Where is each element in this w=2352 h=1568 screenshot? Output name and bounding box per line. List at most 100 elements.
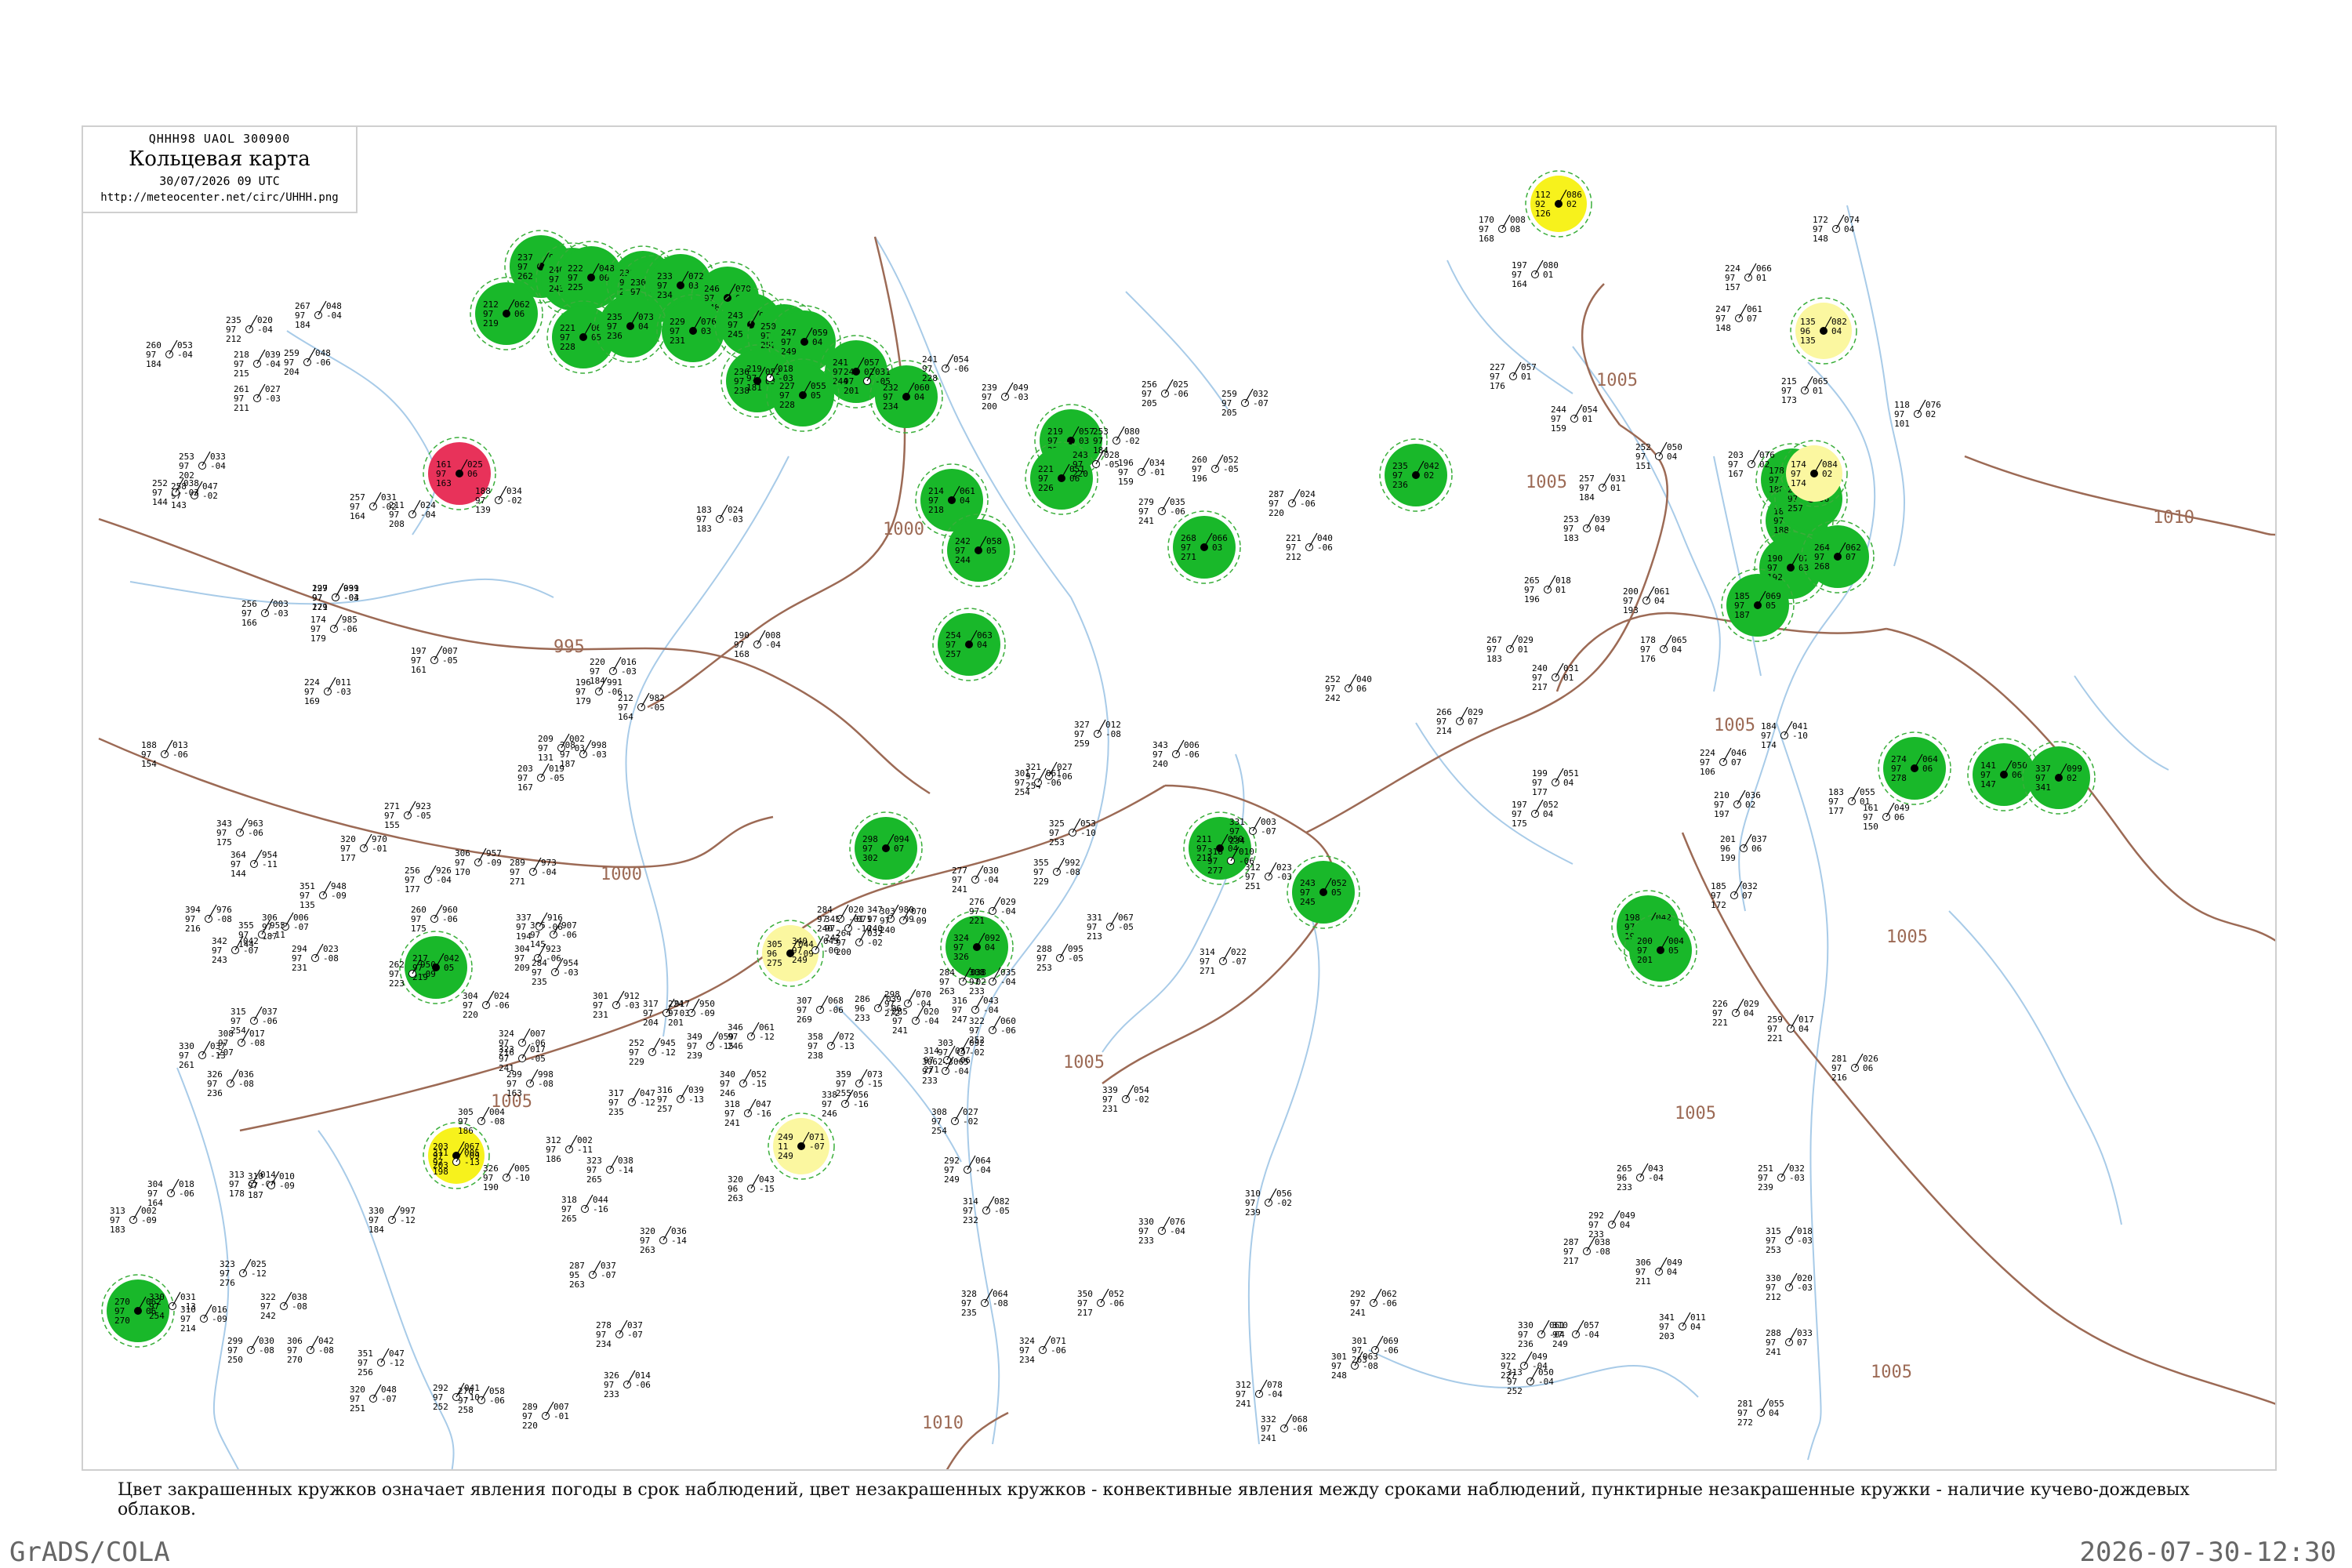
wind-barb [363,833,372,849]
station-dewpoint: 234 [883,401,898,412]
wind-barb [314,943,324,959]
wind-barb [1788,1272,1798,1288]
station-dewpoint: 144 [152,497,168,507]
station-dewpoint: 253 [1036,963,1052,973]
station-dewpoint: 164 [618,712,633,722]
wind-barb [652,1037,661,1053]
station-plain: 30797269068-06 [797,995,844,1025]
station-dewpoint: 251 [1245,881,1261,891]
wind-barb [1097,719,1106,735]
station-green: 2299723107603 [656,294,730,368]
footer-timestamp: 2026-07-30-12:30 [2079,1537,2336,1568]
wind-barb [256,383,266,399]
station-plain: 27997241035-06 [1138,496,1185,526]
river-line [1948,910,2122,1225]
wind-barb [249,314,258,330]
station-tendency: -02 [1124,436,1140,446]
wind-barb [592,1260,601,1276]
river-line [1776,722,1829,1461]
station-plain: 31097239056-02 [1245,1188,1292,1218]
station-plain: 18397183024-03 [696,504,743,534]
station-plain: 2679718302901 [1486,634,1534,664]
station-tendency: -03 [1276,872,1292,882]
isobars-layer: 995 1000 1000 1005 1005 1005 1005 1005 1005 1005 1… [98,236,2275,1469]
station-dewpoint: 229 [629,1057,644,1067]
station-tendency: -15 [867,1079,883,1089]
station-plain: 30197231912-03 [593,990,640,1020]
station-dewpoint: 175 [411,924,426,934]
wind-barb [985,1196,995,1211]
station-tendency: -07 [1253,398,1269,408]
station-dewpoint: 166 [241,618,257,628]
station-plain: 17497179985-06 [310,614,358,644]
station-tendency: -03 [728,514,743,524]
station-tendency: -03 [336,687,351,697]
station-plain: 32497234071-06 [1019,1335,1066,1365]
isobar-line [98,737,774,869]
station-tendency: 05 [444,963,454,973]
river-line [1415,722,1573,865]
station-plain: 32097263036-14 [640,1225,687,1255]
station-dewpoint: 234 [1019,1355,1035,1365]
station-plain: 2539718303904 [1563,514,1610,543]
wind-barb [1760,1398,1769,1414]
station-dewpoint: 203 [1659,1331,1675,1341]
station-plain: 26097196052-05 [1192,454,1239,484]
wind-barb [1573,404,1583,419]
station-tendency: -09 [699,1008,715,1018]
wind-barb [307,347,316,363]
station-tendency: -08 [238,1079,254,1089]
station-tendency: -12 [389,1358,405,1368]
station-tendency: -06 [342,624,358,634]
station-dewpoint: 231 [1102,1104,1118,1114]
station-dewpoint: 183 [1486,654,1502,664]
station-tendency: -05 [442,655,458,666]
station-dewpoint: 184 [1579,492,1595,503]
station-dewpoint: 216 [1831,1073,1847,1083]
station-dewpoint: 228 [779,400,795,410]
station-plain: 26596233043-04 [1617,1163,1664,1192]
station-tendency: -05 [416,811,431,821]
station-dewpoint: 263 [640,1245,655,1255]
river-line [2074,675,2169,771]
station-tendency: -06 [607,687,622,697]
station-plain: 2249715706601 [1725,263,1772,292]
wind-barb [1109,912,1119,927]
station-tendency: -05 [530,1054,546,1064]
wind-barb [1373,1288,1382,1304]
wind-barb [992,896,1001,912]
station-dewpoint: 157 [1725,282,1740,292]
station-tendency: -16 [593,1204,608,1214]
station-dewpoint: 254 [230,1025,246,1036]
station-tendency: 01 [1610,483,1621,493]
wind-barb [318,300,327,316]
station-tendency: -05 [1068,953,1083,964]
station-tendency: 01 [1555,585,1566,595]
station-dewpoint: 258 [458,1405,474,1415]
station-tendency: -02 [867,938,883,948]
station-tendency: -08 [323,953,339,964]
station-tendency: 05 [986,546,996,556]
station-dewpoint: 241 [1766,1347,1781,1357]
station-dewpoint: 229 [1033,877,1049,887]
station-dewpoint: 238 [808,1051,823,1061]
station-plain: 29297241062-06 [1350,1288,1397,1318]
station-tendency: 02 [1745,800,1755,810]
river-line [1738,361,1876,912]
station-tendency: -10 [1080,828,1096,838]
station-green: 2439724505205 [1287,855,1360,929]
wind-barb [172,1291,181,1307]
station-dewpoint: 179 [575,696,591,706]
station-dewpoint: 193 [1623,605,1639,615]
wind-barb [1738,303,1748,319]
station-tendency: 02 [1926,409,1936,419]
station-dewpoint: 239 [687,1051,702,1061]
station-plain: 32096263043-15 [728,1174,775,1203]
wind-barb [132,1205,142,1221]
station-tendency: -08 [1065,867,1080,877]
station-dewpoint: 167 [517,782,533,793]
station-plain: 30597186004-08 [458,1106,505,1136]
station-plain: 34997239059-15 [687,1031,734,1061]
station-dewpoint: 236 [1392,480,1408,490]
station-tendency: 01 [1563,673,1573,683]
